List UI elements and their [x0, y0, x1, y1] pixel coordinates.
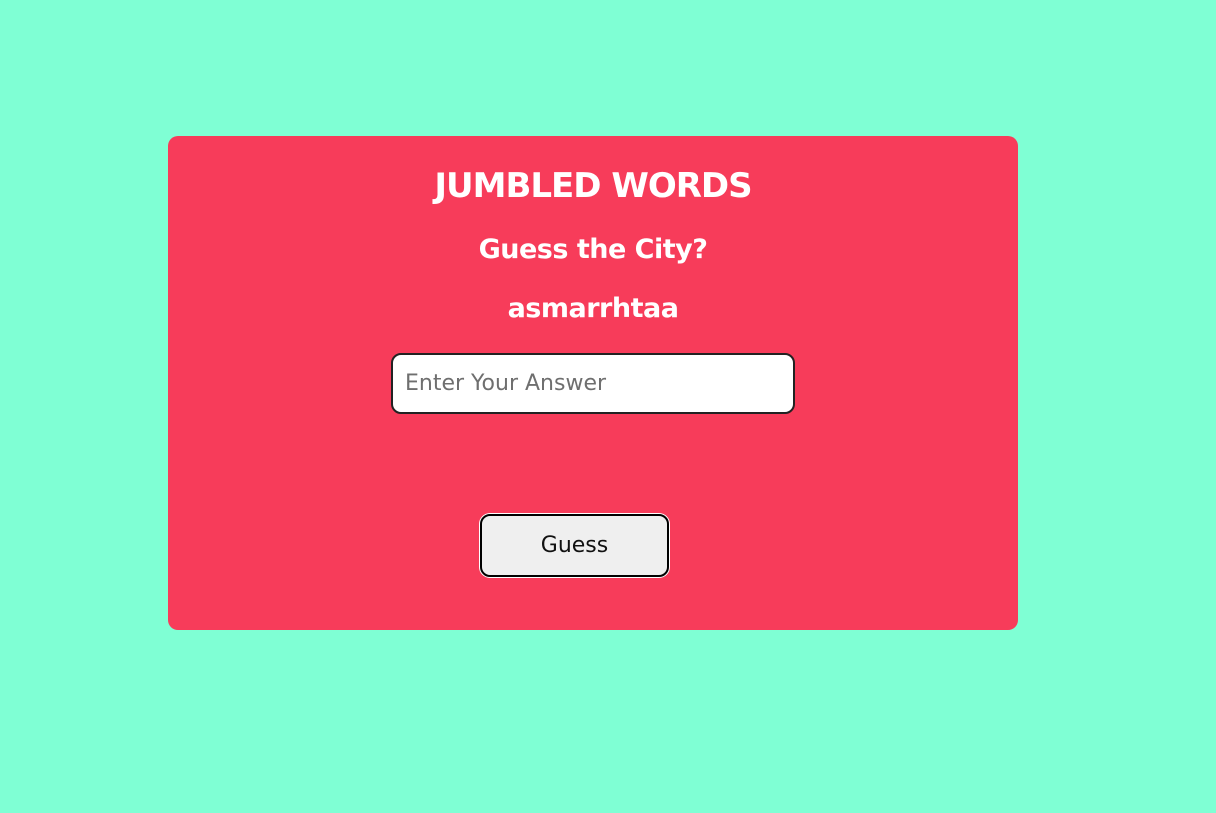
game-prompt: Guess the City? — [478, 234, 708, 265]
scrambled-word: asmarrhtaa — [507, 293, 679, 324]
guess-button[interactable]: Guess — [480, 514, 669, 577]
answer-input[interactable] — [391, 353, 795, 414]
game-card: JUMBLED WORDS Guess the City? asmarrhtaa… — [168, 136, 1018, 630]
game-title: JUMBLED WORDS — [434, 166, 752, 206]
